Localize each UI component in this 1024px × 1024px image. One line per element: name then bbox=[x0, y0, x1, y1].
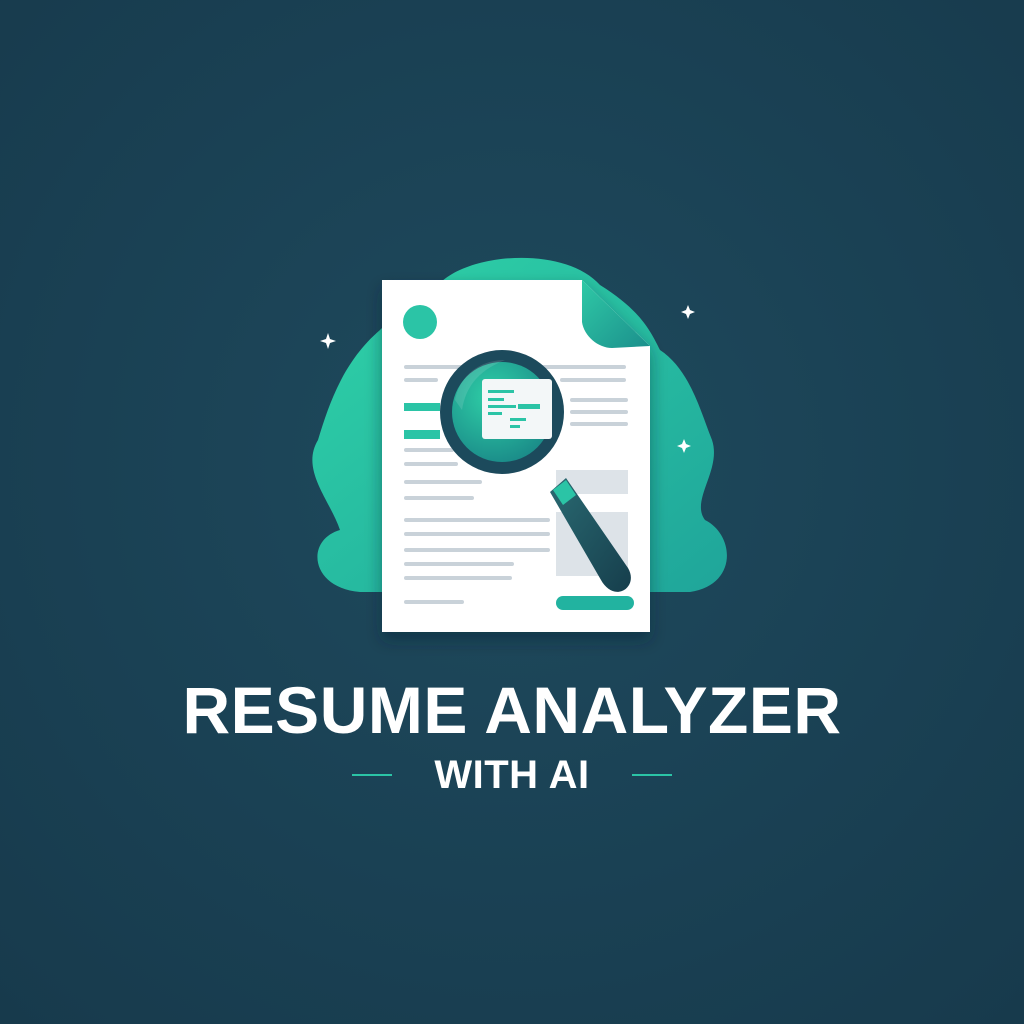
accent-pill bbox=[556, 596, 634, 610]
divider-left bbox=[352, 774, 393, 776]
sparkle-icon bbox=[681, 305, 695, 319]
resume-magnifier-icon bbox=[312, 257, 727, 632]
document-fold bbox=[582, 280, 650, 348]
logo-subtitle: WITH AI bbox=[434, 753, 590, 797]
logo-canvas: RESUME ANALYZER WITH AI bbox=[0, 0, 1024, 1024]
sparkle-icon bbox=[320, 333, 336, 349]
logo-title: RESUME ANALYZER bbox=[182, 673, 842, 747]
avatar-dot bbox=[403, 305, 437, 339]
divider-right bbox=[631, 774, 672, 776]
subtitle-row: WITH AI bbox=[0, 752, 1024, 798]
